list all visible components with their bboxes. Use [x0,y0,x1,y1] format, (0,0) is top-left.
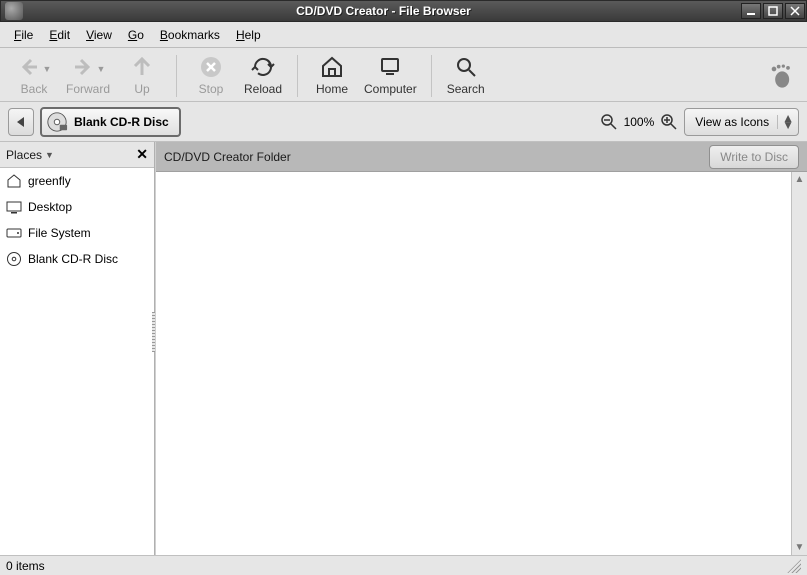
stop-icon [199,55,223,79]
location-path-button[interactable]: Blank CD-R Disc [40,107,181,137]
disc-icon [46,111,68,133]
spinner-icon: ▲▼ [777,115,794,129]
home-folder-icon [6,173,22,189]
path-back-button[interactable] [8,108,34,136]
computer-label: Computer [364,82,417,96]
minimize-button[interactable] [741,3,761,19]
reload-button[interactable]: Reload [237,53,289,98]
main-pane: CD/DVD Creator Folder Write to Disc ▲ ▼ [155,142,807,555]
scroll-down-icon: ▼ [795,540,805,555]
arrow-left-icon [17,55,41,79]
arrow-up-icon [130,55,154,79]
window-title: CD/DVD Creator - File Browser [27,4,740,18]
drive-icon [6,225,22,241]
write-to-disc-button[interactable]: Write to Disc [709,145,799,169]
location-path-label: Blank CD-R Disc [74,115,169,129]
menu-help[interactable]: Help [228,25,269,45]
computer-icon [378,55,402,79]
toolbar: ▼ Back ▼ Forward Up Stop Reload Home Com… [0,48,807,102]
dropdown-icon: ▼ [43,64,52,74]
location-bar: Blank CD-R Disc 100% View as Icons ▲▼ [0,102,807,142]
toolbar-separator [297,55,298,97]
arrow-right-icon [71,55,95,79]
menu-go[interactable]: Go [120,25,152,45]
search-button[interactable]: Search [440,53,492,98]
home-icon [320,55,344,79]
up-button[interactable]: Up [116,53,168,98]
triangle-left-icon [15,116,27,128]
back-button[interactable]: ▼ Back [8,53,60,98]
stop-label: Stop [199,82,224,96]
menu-view[interactable]: View [78,25,120,45]
place-label: greenfly [28,174,71,188]
scroll-up-icon: ▲ [795,172,805,187]
up-label: Up [134,82,149,96]
disc-icon [6,251,22,267]
sidebar-header: Places ▼ ✕ [0,142,154,168]
search-icon [454,55,478,79]
place-blank-disc[interactable]: Blank CD-R Disc [0,246,154,272]
resize-grip[interactable] [787,559,801,573]
forward-label: Forward [66,82,110,96]
back-label: Back [21,82,48,96]
sidebar-title[interactable]: Places [6,148,42,162]
maximize-button[interactable] [763,3,783,19]
dropdown-icon: ▼ [97,64,106,74]
zoom-level: 100% [624,115,655,129]
forward-button[interactable]: ▼ Forward [60,53,116,98]
zoom-controls: 100% [600,113,679,131]
menu-bar: File Edit View Go Bookmarks Help [0,22,807,48]
main-header: CD/DVD Creator Folder Write to Disc [156,142,807,172]
title-bar: CD/DVD Creator - File Browser [0,0,807,22]
sidebar-close-button[interactable]: ✕ [136,146,148,163]
search-label: Search [447,82,485,96]
file-view-area[interactable] [156,172,807,555]
home-label: Home [316,82,348,96]
reload-icon [251,55,275,79]
zoom-in-button[interactable] [660,113,678,131]
place-label: File System [28,226,91,240]
place-filesystem[interactable]: File System [0,220,154,246]
place-label: Desktop [28,200,72,214]
write-to-disc-label: Write to Disc [720,150,788,164]
close-button[interactable] [785,3,805,19]
gnome-foot-icon [767,62,795,90]
reload-label: Reload [244,82,282,96]
desktop-icon [6,199,22,215]
stop-button[interactable]: Stop [185,53,237,98]
place-home[interactable]: greenfly [0,168,154,194]
view-mode-selector[interactable]: View as Icons ▲▼ [684,108,799,136]
vertical-scrollbar[interactable]: ▲ ▼ [791,172,807,555]
place-label: Blank CD-R Disc [28,252,118,266]
zoom-out-button[interactable] [600,113,618,131]
main-header-label: CD/DVD Creator Folder [164,150,291,164]
view-mode-label: View as Icons [695,115,769,129]
toolbar-separator [176,55,177,97]
toolbar-separator [431,55,432,97]
menu-bookmarks[interactable]: Bookmarks [152,25,228,45]
places-sidebar: Places ▼ ✕ greenfly Desktop File System … [0,142,155,555]
status-text: 0 items [6,559,45,573]
content-panes: Places ▼ ✕ greenfly Desktop File System … [0,142,807,555]
window-app-icon [5,2,23,20]
menu-file[interactable]: File [6,25,41,45]
computer-button[interactable]: Computer [358,53,423,98]
home-button[interactable]: Home [306,53,358,98]
dropdown-icon[interactable]: ▼ [45,150,54,160]
menu-edit[interactable]: Edit [41,25,78,45]
place-desktop[interactable]: Desktop [0,194,154,220]
status-bar: 0 items [0,555,807,575]
